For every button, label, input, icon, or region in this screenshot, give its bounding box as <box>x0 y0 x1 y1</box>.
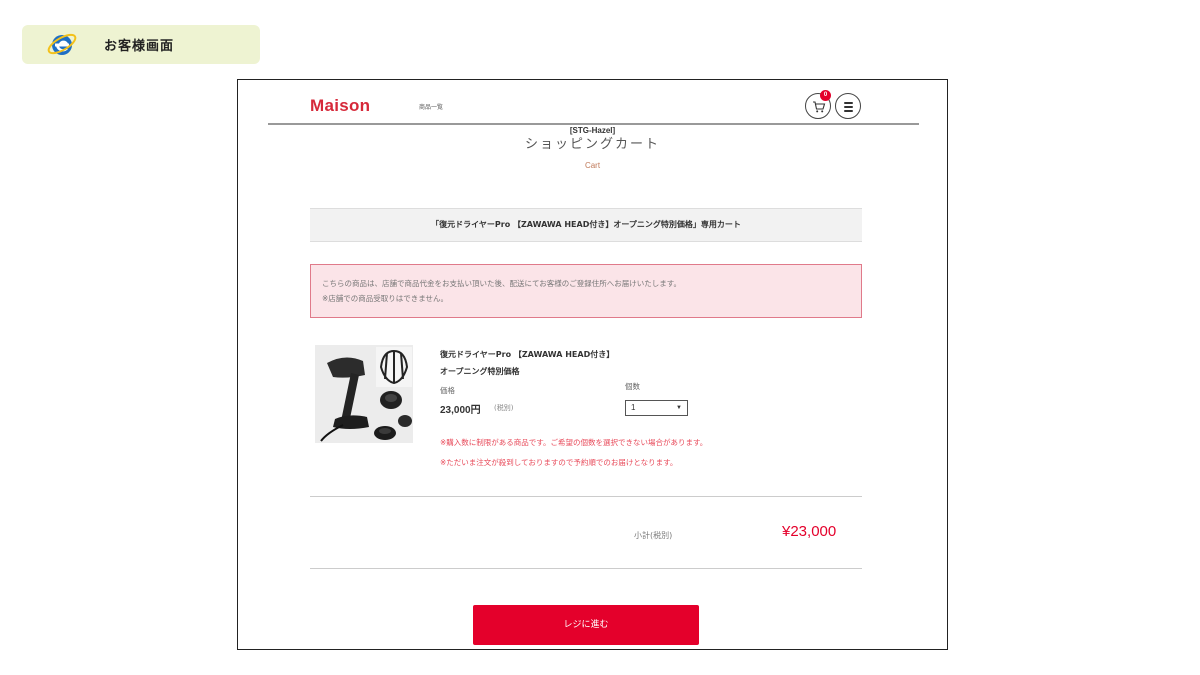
product-name-line: 復元ドライヤーPro 【ZAWAWA HEAD付き】 <box>440 350 615 359</box>
header-divider <box>268 123 919 125</box>
divider <box>310 496 862 497</box>
checkout-button[interactable]: レジに進む <box>473 605 699 645</box>
product-image[interactable] <box>315 345 413 443</box>
menu-icon <box>844 106 853 108</box>
cart-icon <box>813 101 826 113</box>
page-subtitle: Cart <box>584 161 601 170</box>
quantity-select[interactable]: 1 ▼ <box>625 400 688 416</box>
screen-label-text: お客様画面 <box>104 39 175 54</box>
page-title: ショッピングカート <box>524 137 660 152</box>
notice-box: こちらの商品は、店舗で商品代金をお支払い頂いた後、配送にてお客様のご登録住所へお… <box>310 264 862 318</box>
site-logo[interactable]: Maison <box>310 96 370 116</box>
menu-icon <box>844 110 853 112</box>
quantity-label: 個数 <box>625 382 640 391</box>
cart-header: 「復元ドライヤーPro 【ZAWAWA HEAD付き】オープニング特別価格」専用… <box>310 208 862 242</box>
product-name-line: オープニング特別価格 <box>440 367 520 376</box>
notice-line: ※店舗での商品受取りはできません。 <box>322 294 449 303</box>
price-value: 23,000円 <box>440 405 481 416</box>
purchase-limit-note: ※購入数に制限がある商品です。ご希望の個数を選択できない場合があります。 <box>440 438 708 447</box>
price-label: 価格 <box>440 386 455 395</box>
cart-count-badge: 0 <box>820 90 831 101</box>
menu-button[interactable] <box>835 93 861 119</box>
hair-dryer-image <box>315 345 413 443</box>
internet-explorer-icon <box>47 33 77 55</box>
reservation-note: ※ただいま注文が殺到しておりますので予約順でのお届けとなります。 <box>440 458 678 467</box>
divider <box>310 568 862 569</box>
price-tax-note: (税別) <box>494 404 514 412</box>
nav-products-link[interactable]: 商品一覧 <box>419 102 443 111</box>
screen-label: お客様画面 <box>22 25 260 64</box>
dropdown-arrow-icon: ▼ <box>676 405 682 411</box>
browser-frame: Maison 商品一覧 0 [STG-Hazel] ショッピングカート Cart… <box>237 79 948 650</box>
notice-line: こちらの商品は、店舗で商品代金をお支払い頂いた後、配送にてお客様のご登録住所へお… <box>322 279 682 288</box>
product-name[interactable]: 復元ドライヤーPro 【ZAWAWA HEAD付き】 オープニング特別価格 <box>440 346 614 380</box>
subtotal-label: 小計(税別) <box>634 531 673 540</box>
menu-icon <box>844 102 853 104</box>
subtotal-value: ¥23,000 <box>782 523 837 540</box>
quantity-value: 1 <box>631 403 636 412</box>
